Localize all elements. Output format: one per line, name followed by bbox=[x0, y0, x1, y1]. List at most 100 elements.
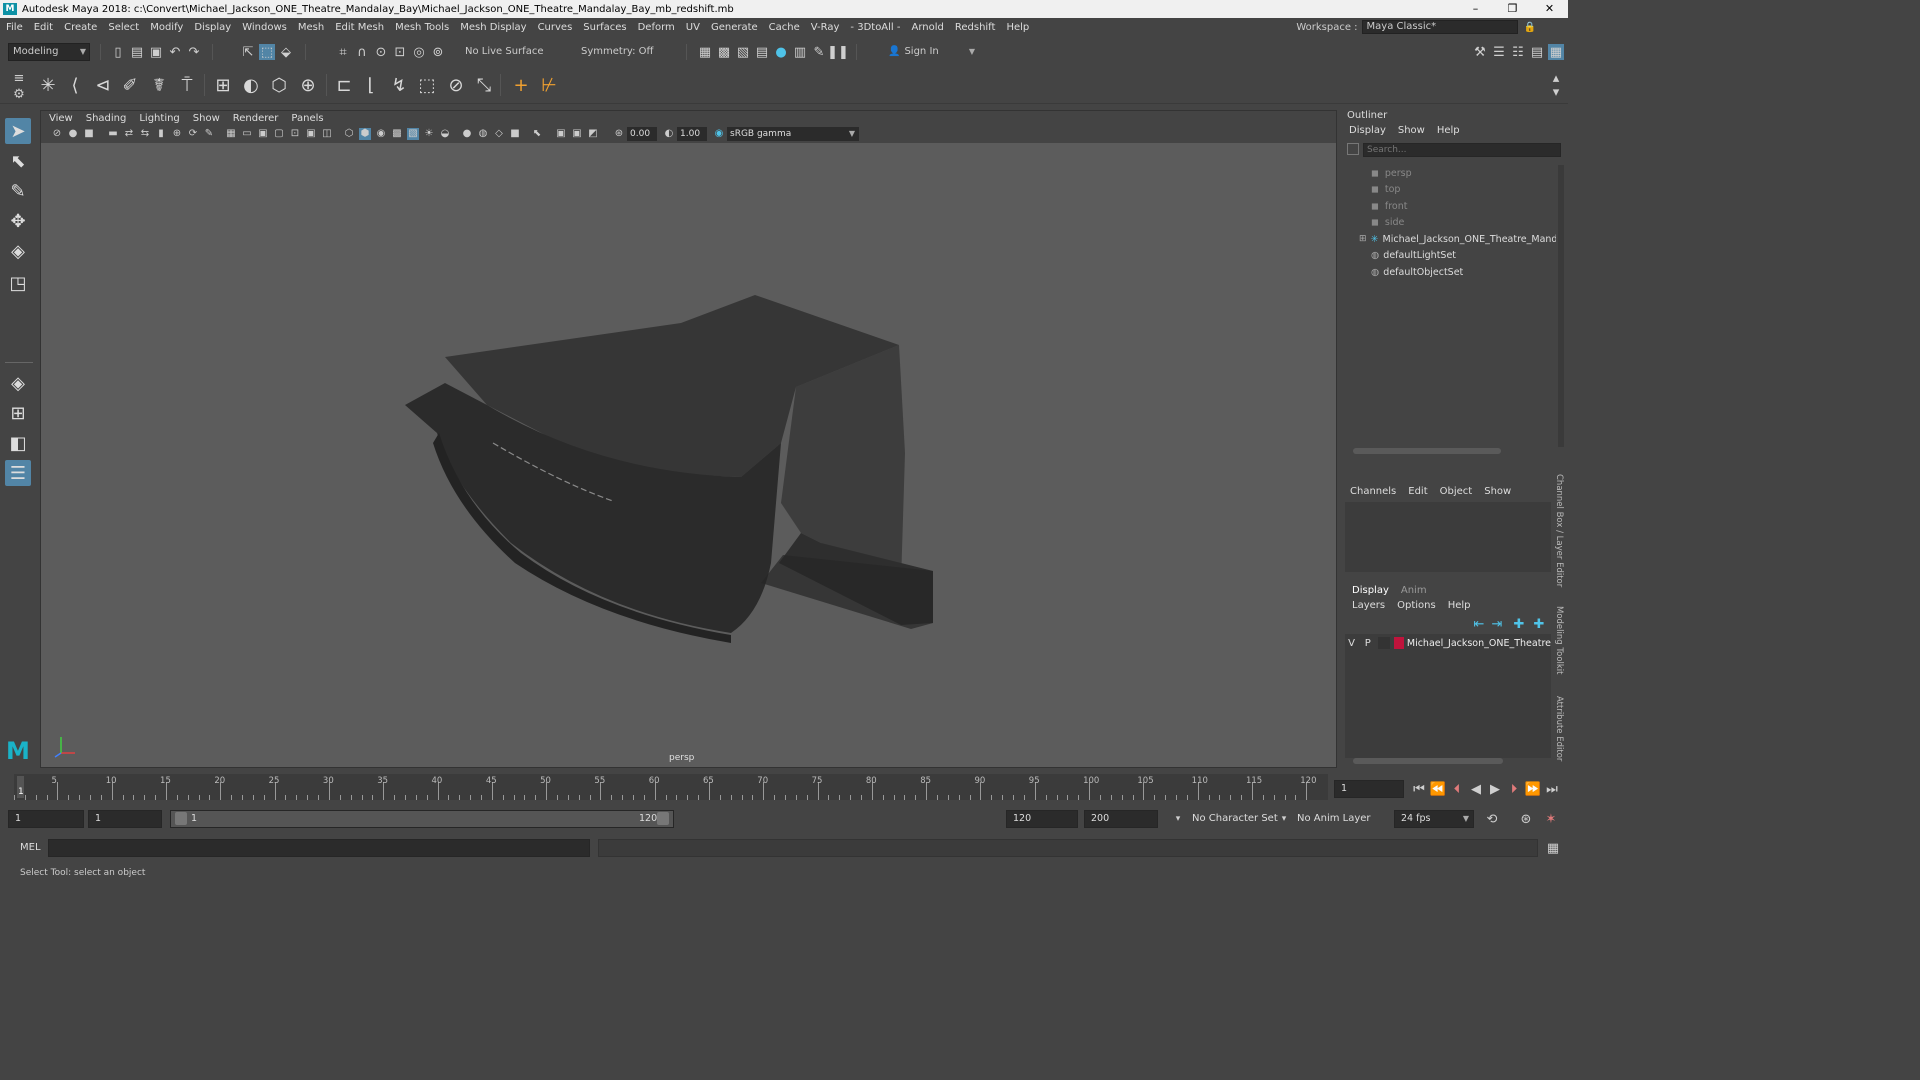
undo-icon[interactable]: ↶ bbox=[167, 44, 183, 60]
menu-deform[interactable]: Deform bbox=[638, 22, 675, 33]
safe-title-icon[interactable]: ⊡ bbox=[289, 128, 301, 140]
layer-type-toggle[interactable] bbox=[1378, 637, 1390, 649]
step-forward-frame-icon[interactable]: ⏵ bbox=[1506, 781, 1522, 797]
layer-editor-icon[interactable]: ▦ bbox=[1548, 44, 1564, 60]
influence-icon[interactable]: ⊕ bbox=[297, 74, 319, 96]
outliner-menu-show[interactable]: Show bbox=[1398, 125, 1425, 136]
outliner-hscrollbar[interactable] bbox=[1353, 448, 1501, 454]
expand-icon[interactable]: ⊞ bbox=[1359, 234, 1367, 244]
channel-box-icon[interactable]: ▤ bbox=[1529, 44, 1545, 60]
textured-icon[interactable]: ▩ bbox=[391, 128, 403, 140]
shelf-scroll-down-icon[interactable]: ▾ bbox=[1548, 84, 1564, 100]
bookmark-icon[interactable]: ▮ bbox=[155, 128, 167, 140]
range-end-handle[interactable] bbox=[657, 812, 669, 825]
outliner-item-front[interactable]: ◼ front bbox=[1341, 198, 1556, 215]
menu-edit-mesh[interactable]: Edit Mesh bbox=[335, 22, 384, 33]
workspace-dropdown[interactable]: Maya Classic* bbox=[1361, 20, 1518, 34]
outliner-layout-icon[interactable]: ☰ bbox=[5, 460, 31, 486]
locator-icon[interactable]: + bbox=[510, 74, 532, 96]
gamma-field[interactable]: 1.00 bbox=[677, 127, 707, 141]
xray-icon[interactable]: ◒ bbox=[439, 128, 451, 140]
gamma-icon[interactable]: ◐ bbox=[663, 128, 675, 140]
menu-windows[interactable]: Windows bbox=[242, 22, 287, 33]
select-by-object-icon[interactable]: ⬚ bbox=[259, 44, 275, 60]
channels-menu-show[interactable]: Show bbox=[1484, 486, 1511, 497]
render-frame-icon[interactable]: ▦ bbox=[697, 44, 713, 60]
chevron-down-icon[interactable]: ▾ bbox=[1170, 811, 1186, 827]
modeling-toolkit-icon[interactable]: ⚒ bbox=[1472, 44, 1488, 60]
scene-view[interactable]: persp bbox=[41, 143, 1336, 767]
render-settings-icon[interactable]: ▤ bbox=[754, 44, 770, 60]
move-layer-down-icon[interactable]: ⇥ bbox=[1489, 616, 1505, 632]
image-plane-icon[interactable]: ▬ bbox=[107, 128, 119, 140]
rotate-tool-icon[interactable]: ◈ bbox=[5, 238, 31, 264]
anim-layer-label[interactable]: No Anim Layer bbox=[1297, 813, 1371, 824]
isolate-icon[interactable]: ▣ bbox=[305, 128, 317, 140]
outliner-item-default-light-set[interactable]: ◍ defaultLightSet bbox=[1341, 248, 1556, 265]
cage-icon[interactable]: ⬡ bbox=[268, 74, 290, 96]
hypershade-icon[interactable]: ● bbox=[773, 44, 789, 60]
go-to-start-icon[interactable]: ⏮ bbox=[1411, 781, 1427, 797]
viewport-menu-renderer[interactable]: Renderer bbox=[233, 113, 279, 124]
animation-start-field[interactable]: 1 bbox=[8, 810, 84, 828]
chevron-down-icon[interactable]: ▾ bbox=[1276, 811, 1292, 827]
time-ruler[interactable]: 5 10 15 20 25 30 35 40 45 50 55 60 65 70 75 80 85 90 95 100… bbox=[14, 774, 1328, 800]
layer-color-swatch[interactable] bbox=[1393, 637, 1404, 649]
move-tool-icon[interactable]: ✥ bbox=[5, 208, 31, 234]
viewport-menu-view[interactable]: View bbox=[49, 113, 73, 124]
gate-mask-icon[interactable]: ▭ bbox=[241, 128, 253, 140]
channel-box-layer-editor-tab[interactable]: Channel Box / Layer Editor bbox=[1554, 474, 1564, 587]
select-by-component-icon[interactable]: ⬙ bbox=[278, 44, 294, 60]
nonlinear-icon[interactable]: ⬚ bbox=[416, 74, 438, 96]
play-backwards-icon[interactable]: ◀ bbox=[1468, 781, 1484, 797]
layer-playback-toggle[interactable]: P bbox=[1361, 638, 1374, 649]
use-all-lights-icon[interactable]: ▧ bbox=[407, 128, 419, 140]
color-space-dropdown[interactable]: sRGB gamma ▼ bbox=[727, 127, 859, 141]
snap-surface-icon[interactable]: ◎ bbox=[411, 44, 427, 60]
outliner-vscrollbar[interactable] bbox=[1558, 165, 1564, 447]
current-frame-field[interactable]: 1 bbox=[1334, 780, 1404, 798]
command-input[interactable] bbox=[48, 839, 590, 857]
pause-render-icon[interactable]: ❚❚ bbox=[827, 44, 849, 60]
minimize-button[interactable]: – bbox=[1457, 0, 1494, 18]
smooth-shade-icon[interactable]: ⬢ bbox=[359, 128, 371, 140]
select-camera-icon[interactable]: ⊘ bbox=[51, 128, 63, 140]
lock-icon[interactable]: 🔒 bbox=[1524, 22, 1536, 33]
xray-joints-icon[interactable]: ◫ bbox=[321, 128, 333, 140]
resolution-gate-icon[interactable]: ✎ bbox=[203, 128, 215, 140]
outliner-item-default-object-set[interactable]: ◍ defaultObjectSet bbox=[1341, 264, 1556, 281]
single-perspective-view-icon[interactable]: ◈ bbox=[5, 370, 31, 396]
menu-generate[interactable]: Generate bbox=[711, 22, 758, 33]
layers-menu-layers[interactable]: Layers bbox=[1352, 600, 1385, 611]
script-language-label[interactable]: MEL bbox=[20, 842, 41, 853]
sign-in-dropdown[interactable]: 👤 Sign In ▼ bbox=[883, 43, 979, 61]
four-view-layout-icon[interactable]: ⊞ bbox=[5, 400, 31, 426]
menu-arnold[interactable]: Arnold bbox=[912, 22, 944, 33]
menu-surfaces[interactable]: Surfaces bbox=[583, 22, 626, 33]
new-scene-icon[interactable]: ▯ bbox=[110, 44, 126, 60]
motion-blur-icon[interactable]: ◍ bbox=[477, 128, 489, 140]
new-layer-icon[interactable]: ✚ bbox=[1511, 616, 1527, 632]
menu-create[interactable]: Create bbox=[64, 22, 97, 33]
layer-visibility-toggle[interactable]: V bbox=[1345, 638, 1358, 649]
ipr-render-icon[interactable]: ▧ bbox=[735, 44, 751, 60]
outliner-item-side[interactable]: ◼ side bbox=[1341, 215, 1556, 232]
wireframe-grid-icon[interactable]: ▦ bbox=[225, 128, 237, 140]
lattice-icon[interactable]: ⊏ bbox=[333, 74, 355, 96]
snap-live-icon[interactable]: ⊚ bbox=[430, 44, 446, 60]
move-layer-up-icon[interactable]: ⇤ bbox=[1471, 616, 1487, 632]
channels-menu-edit[interactable]: Edit bbox=[1408, 486, 1427, 497]
cluster-icon[interactable]: ⌊ bbox=[360, 74, 382, 96]
modeling-toolkit-tab[interactable]: Modeling Toolkit bbox=[1554, 606, 1564, 675]
fps-dropdown[interactable]: 24 fps ▼ bbox=[1394, 810, 1474, 828]
menu-help[interactable]: Help bbox=[1006, 22, 1029, 33]
go-to-end-icon[interactable]: ⏭ bbox=[1544, 781, 1560, 797]
exposure-icon[interactable]: ⊛ bbox=[613, 128, 625, 140]
anti-aliasing-icon[interactable]: ◇ bbox=[493, 128, 505, 140]
two-d-pan-icon[interactable]: ⇄ bbox=[123, 128, 135, 140]
menu-3dtoall[interactable]: - 3DtoAll - bbox=[850, 22, 900, 33]
paint-select-tool-icon[interactable]: ✎ bbox=[5, 178, 31, 204]
grid-toggle-icon[interactable]: ⊕ bbox=[171, 128, 183, 140]
menu-mesh-tools[interactable]: Mesh Tools bbox=[395, 22, 449, 33]
channels-menu-object[interactable]: Object bbox=[1440, 486, 1473, 497]
